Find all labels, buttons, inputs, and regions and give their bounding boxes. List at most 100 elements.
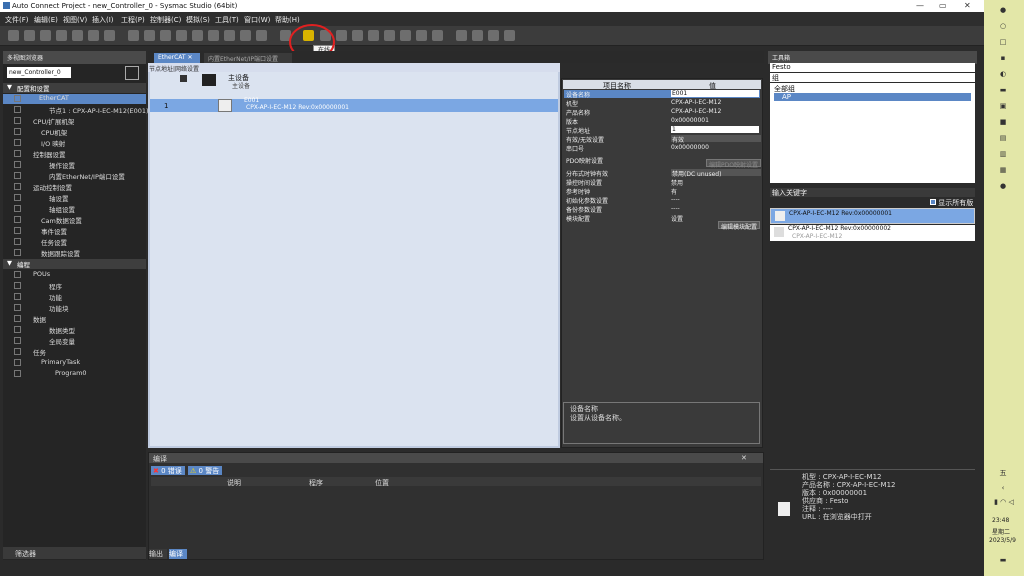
- group-ap[interactable]: AP: [774, 93, 971, 101]
- minimize-button[interactable]: —: [916, 1, 924, 10]
- prop-backup-params: 备份参数设置 ----: [566, 205, 680, 214]
- tree-pous[interactable]: POUs: [3, 270, 146, 280]
- tree-function-blocks[interactable]: 功能块: [3, 303, 146, 313]
- menu-view[interactable]: 视图(V): [63, 15, 87, 25]
- edit-icon[interactable]: [192, 30, 203, 41]
- build-icon[interactable]: [144, 30, 155, 41]
- tree-ethercat[interactable]: EtherCAT: [3, 94, 146, 104]
- compare-icon[interactable]: [128, 30, 139, 41]
- app-icon-5[interactable]: ●: [998, 182, 1008, 190]
- tree-io-map[interactable]: I/O 映射: [3, 138, 146, 148]
- tab-output[interactable]: 输出: [149, 549, 167, 559]
- menu-controller[interactable]: 控制器(C): [150, 15, 181, 25]
- dc-select[interactable]: 禁用(DC unused): [671, 169, 761, 178]
- app-icon-4[interactable]: ▦: [998, 166, 1008, 174]
- warnings-filter[interactable]: ⚠ 0 警告: [188, 466, 222, 475]
- undo-icon[interactable]: [72, 30, 83, 41]
- tree-program0[interactable]: Program0: [3, 369, 146, 379]
- enable-select[interactable]: 有效: [671, 135, 761, 144]
- tree-config-settings[interactable]: ▼ 配置和设置: [3, 83, 146, 93]
- tree-operation-settings[interactable]: 操作设置: [3, 160, 146, 170]
- menu-window[interactable]: 窗口(W): [244, 15, 270, 25]
- zoom-out-icon[interactable]: [488, 30, 499, 41]
- tree-axis-group-settings[interactable]: 轴组设置: [3, 204, 146, 214]
- zoom-reset-icon[interactable]: [504, 30, 515, 41]
- find-icon[interactable]: [224, 30, 235, 41]
- tree-cpu-rack-item[interactable]: CPU机架: [3, 127, 146, 137]
- notification-center-icon[interactable]: ▬: [998, 556, 1008, 564]
- device-item-rev1[interactable]: CPX-AP-I-EC-M12 Rev:0x00000001: [770, 208, 975, 224]
- tree-programs[interactable]: 程序: [3, 281, 146, 291]
- window-icon[interactable]: [176, 30, 187, 41]
- search-icon[interactable]: ○: [998, 22, 1008, 30]
- paste-icon[interactable]: [40, 30, 51, 41]
- tab-ethernetip-settings[interactable]: 内置EtherNet/IP端口设置: [204, 53, 292, 63]
- vendor-select[interactable]: Festo: [770, 63, 975, 72]
- tree-cpu-rack[interactable]: CPU/扩展机架: [3, 116, 146, 126]
- tool-icon[interactable]: [160, 30, 171, 41]
- folder-icon[interactable]: ▬: [998, 86, 1008, 94]
- controller-status-icon[interactable]: [125, 66, 139, 80]
- chevron-left-icon[interactable]: ‹: [998, 484, 1008, 492]
- menu-tools[interactable]: 工具(T): [215, 15, 239, 25]
- cross-reference-icon[interactable]: [208, 30, 219, 41]
- collapse-icon[interactable]: [180, 75, 187, 82]
- tree-tasks[interactable]: 任务: [3, 347, 146, 357]
- tree-data-types[interactable]: 数据类型: [3, 325, 146, 335]
- browser-icon[interactable]: ◐: [998, 70, 1008, 78]
- menu-insert[interactable]: 插入(I): [92, 15, 114, 25]
- device-item-rev2[interactable]: CPX-AP-I-EC-M12 Rev:0x00000002 CPX-AP-I-…: [770, 225, 975, 241]
- task-view-icon[interactable]: □: [998, 38, 1008, 46]
- tab-build[interactable]: 编译: [169, 549, 187, 559]
- tree-programming[interactable]: ▼ 编程: [3, 259, 146, 269]
- maximize-button[interactable]: ▭: [939, 1, 947, 10]
- edit-pdo-button[interactable]: 编辑PDO映射设置: [706, 159, 761, 169]
- menu-edit[interactable]: 编辑(E): [34, 15, 58, 25]
- tree-primarytask[interactable]: PrimaryTask: [3, 358, 146, 368]
- tree-data-trace[interactable]: 数据跟踪设置: [3, 248, 146, 258]
- app-icon-2[interactable]: ▤: [998, 134, 1008, 142]
- save-icon[interactable]: [104, 30, 115, 41]
- node-address-input[interactable]: 1: [671, 126, 759, 133]
- tree-global-variables[interactable]: 全局变量: [3, 336, 146, 346]
- menu-file[interactable]: 文件(F): [5, 15, 29, 25]
- cut-icon[interactable]: [8, 30, 19, 41]
- menu-simulation[interactable]: 模拟(S): [186, 15, 210, 25]
- tree-ethernetip-settings[interactable]: 内置EtherNet/IP端口设置: [3, 171, 146, 181]
- tree-cam-data[interactable]: Cam数据设置: [3, 215, 146, 225]
- filter-bar[interactable]: 筛选器: [3, 547, 146, 559]
- tree-task-settings[interactable]: 任务设置: [3, 237, 146, 247]
- delete-icon[interactable]: [56, 30, 67, 41]
- file-explorer-icon[interactable]: ▪: [998, 54, 1008, 62]
- tree-event-settings[interactable]: 事件设置: [3, 226, 146, 236]
- import-icon[interactable]: [256, 30, 267, 41]
- copy-icon[interactable]: [24, 30, 35, 41]
- network-volume-icons[interactable]: ▮ ◠ ◁: [988, 498, 1020, 506]
- notification-icon[interactable]: ●: [998, 6, 1008, 14]
- close-button[interactable]: ✕: [964, 1, 971, 10]
- device-name-input[interactable]: E001: [671, 90, 759, 97]
- edit-module-button[interactable]: 编辑模块配置: [718, 221, 761, 231]
- menu-project[interactable]: 工程(P): [121, 15, 145, 25]
- app-icon-3[interactable]: ▥: [998, 150, 1008, 158]
- tree-controller-settings[interactable]: 控制器设置: [3, 149, 146, 159]
- tree-motion-settings[interactable]: 运动控制设置: [3, 182, 146, 192]
- tab-ethercat[interactable]: EtherCAT ✕: [154, 53, 200, 63]
- open-url-link[interactable]: URL : 在浏览器中打开: [802, 512, 872, 522]
- tree-data[interactable]: 数据: [3, 314, 146, 324]
- tree-axis-settings[interactable]: 轴设置: [3, 193, 146, 203]
- slave-row-e001[interactable]: 1 E001 CPX-AP-I-EC-M12 Rev:0x00000001: [150, 97, 558, 112]
- export-icon[interactable]: [240, 30, 251, 41]
- zoom-fit-icon[interactable]: [456, 30, 467, 41]
- controller-select[interactable]: new_Controller_0: [7, 67, 71, 78]
- errors-filter[interactable]: ✖ 0 错误: [151, 466, 185, 475]
- zoom-in-icon[interactable]: [472, 30, 483, 41]
- input-method-icon[interactable]: 五: [998, 468, 1008, 477]
- close-icon[interactable]: ✕: [741, 454, 747, 462]
- prop-device-name: 设备名称 E001: [564, 90, 760, 99]
- app-icon[interactable]: ▣: [998, 102, 1008, 110]
- tree-functions[interactable]: 功能: [3, 292, 146, 302]
- sysmac-icon[interactable]: ■: [998, 118, 1008, 126]
- tree-node1[interactable]: 节点1 : CPX-AP-I-EC-M12(E001): [3, 105, 149, 115]
- redo-icon[interactable]: [88, 30, 99, 41]
